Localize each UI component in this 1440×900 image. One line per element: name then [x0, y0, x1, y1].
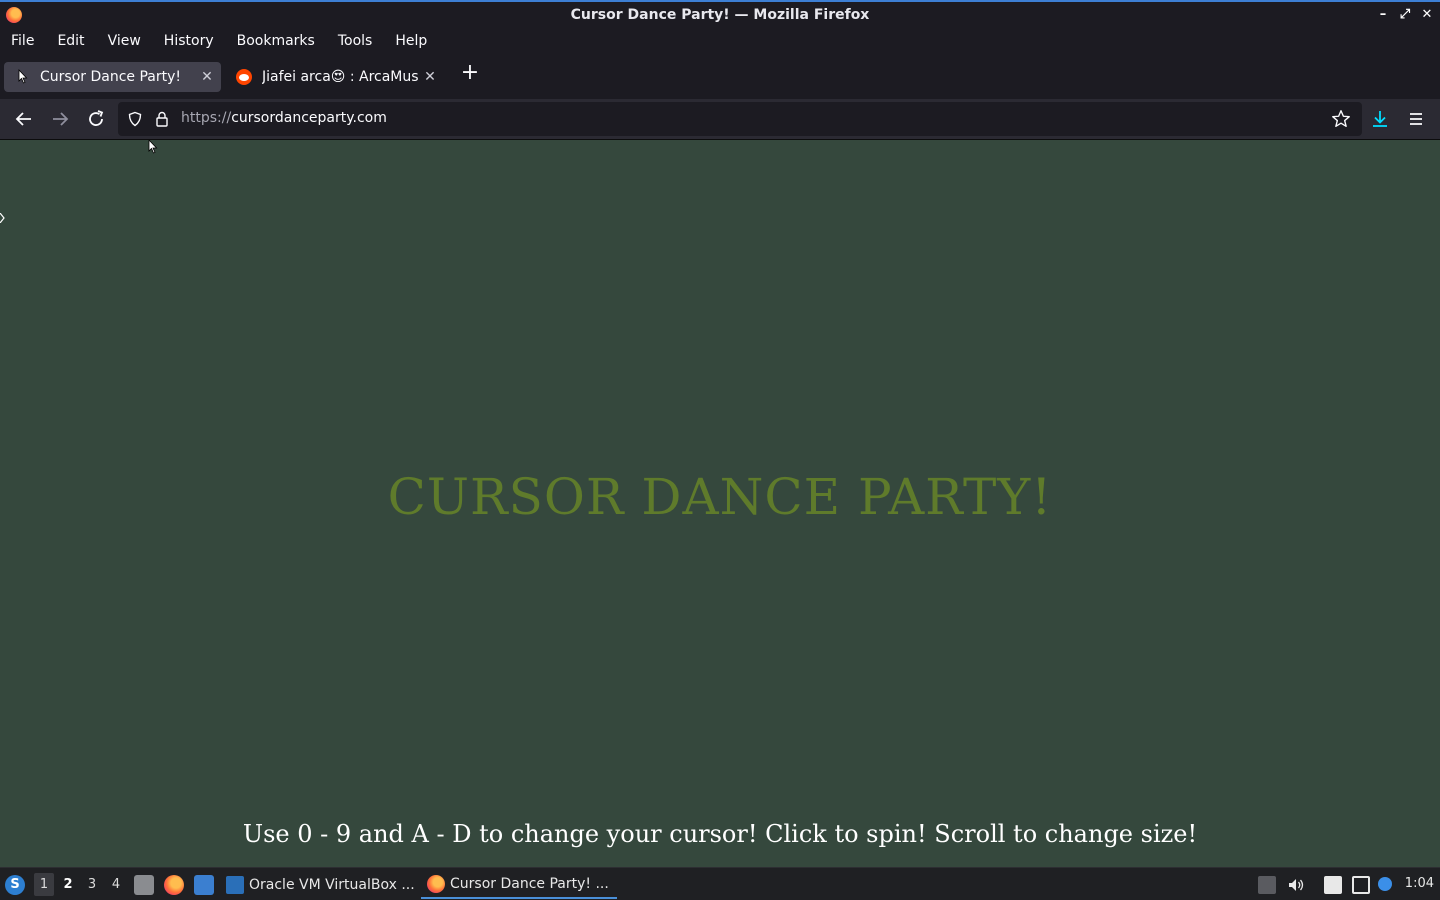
url-scheme: https:// [181, 110, 232, 126]
firefox-launcher-icon[interactable] [164, 875, 184, 895]
tab-title: Cursor Dance Party! [40, 69, 181, 85]
task-virtualbox[interactable]: Oracle VM VirtualBox ... [226, 870, 415, 899]
network-icon[interactable] [1352, 876, 1370, 894]
url-bar[interactable]: https://cursordanceparty.com [118, 102, 1362, 136]
window-title: Cursor Dance Party! — Mozilla Firefox [570, 7, 870, 23]
menu-bar: File Edit View History Bookmarks Tools H… [0, 29, 1440, 53]
clipboard-icon[interactable] [1324, 876, 1342, 894]
navigation-bar: https://cursordanceparty.com [0, 99, 1440, 140]
menu-history[interactable]: History [164, 33, 214, 49]
menu-tools[interactable]: Tools [338, 33, 373, 49]
cursor-icon [18, 69, 28, 84]
bookmark-star-icon[interactable] [1330, 108, 1352, 130]
window-titlebar: Cursor Dance Party! — Mozilla Firefox – … [0, 0, 1440, 29]
menu-bookmarks[interactable]: Bookmarks [237, 33, 315, 49]
new-tab-icon[interactable]: + [458, 62, 482, 86]
tab-cursor-dance-party[interactable]: Cursor Dance Party! ✕ [4, 62, 221, 92]
web-page-content[interactable]: CURSOR DANCE PARTY! Use 0 - 9 and A - D … [0, 140, 1440, 867]
workspace-1[interactable]: 1 [34, 873, 54, 896]
close-tab-icon[interactable]: ✕ [418, 69, 442, 85]
task-label: Oracle VM VirtualBox ... [249, 876, 415, 893]
taskbar: S 1 2 3 4 Oracle VM VirtualBox ... Curso… [0, 867, 1440, 900]
url-text[interactable]: https://cursordanceparty.com [181, 110, 387, 126]
window-controls: – ⤢ ✕ [1376, 7, 1434, 23]
menu-view[interactable]: View [108, 33, 141, 49]
minimize-icon[interactable]: – [1376, 7, 1390, 23]
tray-up-icon[interactable] [1258, 876, 1276, 894]
page-instructions: Use 0 - 9 and A - D to change your curso… [242, 820, 1198, 848]
back-arrow-icon[interactable] [12, 107, 36, 131]
tab-strip: Cursor Dance Party! ✕ Jiafei arca😍 : Arc… [0, 53, 1440, 99]
workspace-2[interactable]: 2 [58, 873, 78, 896]
download-icon[interactable] [1368, 107, 1392, 131]
forward-arrow-icon[interactable] [48, 107, 72, 131]
reddit-icon [236, 69, 252, 85]
hamburger-menu-icon[interactable] [1404, 107, 1428, 131]
workspace-4[interactable]: 4 [106, 873, 126, 896]
url-host: cursordanceparty.com [231, 110, 387, 126]
menu-file[interactable]: File [11, 33, 34, 49]
notification-icon[interactable] [1378, 877, 1392, 891]
task-label: Cursor Dance Party! ... [450, 875, 609, 892]
start-menu-icon[interactable]: S [5, 875, 25, 895]
lock-icon[interactable] [154, 110, 170, 128]
file-manager-icon[interactable] [134, 875, 154, 895]
volume-icon[interactable] [1287, 876, 1305, 894]
task-firefox[interactable]: Cursor Dance Party! ... [421, 870, 617, 899]
firefox-icon [427, 874, 445, 893]
menu-edit[interactable]: Edit [57, 33, 84, 49]
partial-cursor-icon [0, 213, 5, 223]
tab-arcamusic[interactable]: Jiafei arca😍 : ArcaMusic ✕ [226, 62, 444, 92]
menu-help[interactable]: Help [395, 33, 427, 49]
reload-icon[interactable] [84, 107, 108, 131]
close-window-icon[interactable]: ✕ [1420, 7, 1434, 23]
virtualbox-icon [226, 875, 244, 894]
clock[interactable]: 1:04 [1405, 876, 1434, 891]
maximize-icon[interactable]: ⤢ [1398, 7, 1412, 23]
workspace-3[interactable]: 3 [82, 873, 102, 896]
close-tab-icon[interactable]: ✕ [195, 69, 219, 85]
desktop-icon[interactable] [194, 875, 214, 895]
mouse-pointer-icon [148, 140, 158, 154]
page-headline: CURSOR DANCE PARTY! [387, 468, 1053, 526]
tab-title: Jiafei arca😍 : ArcaMusic [262, 69, 418, 85]
tracking-protection-shield-icon[interactable] [127, 111, 143, 127]
